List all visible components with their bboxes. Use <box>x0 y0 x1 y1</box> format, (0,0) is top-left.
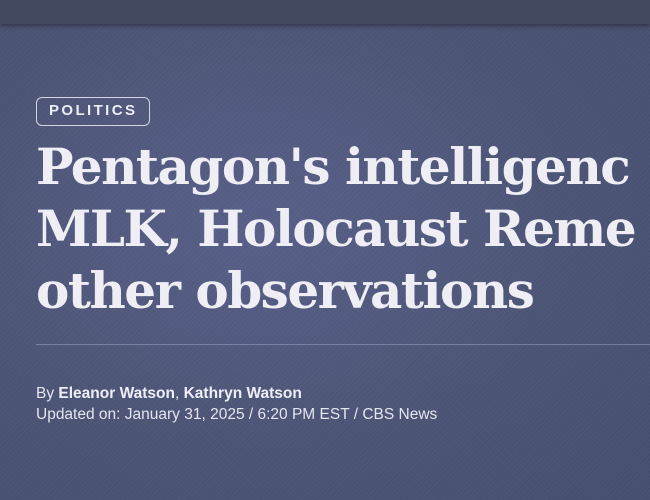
byline-prefix: By <box>36 385 55 402</box>
author-link-eleanor-watson[interactable]: Eleanor Watson <box>58 385 175 402</box>
publish-time: 6:20 PM EST <box>257 406 350 423</box>
category-badge[interactable]: POLITICS <box>36 97 151 126</box>
top-bar <box>0 0 650 24</box>
byline-updated: Updated on: January 31, 2025 / 6:20 PM E… <box>36 404 437 425</box>
headline-line: other observations <box>36 261 535 320</box>
author-separator: , <box>174 385 184 402</box>
byline-authors: By Eleanor Watson, Kathryn Watson <box>36 383 437 404</box>
publish-date: January 31, 2025 <box>124 406 245 423</box>
article-headline: Pentagon's intelligenc MLK, Holocaust Re… <box>36 136 650 322</box>
source-separator: / <box>349 406 363 423</box>
source-link[interactable]: CBS News <box>362 406 437 423</box>
date-separator: / <box>244 406 258 423</box>
author-link-kathryn-watson[interactable]: Kathryn Watson <box>184 385 302 402</box>
headline-line: Pentagon's intelligenc <box>36 137 631 196</box>
byline: By Eleanor Watson, Kathryn Watson Update… <box>36 383 437 425</box>
headline-line: MLK, Holocaust Reme <box>36 199 637 258</box>
header-divider <box>36 344 650 345</box>
updated-label: Updated on: <box>36 406 121 423</box>
article-header: POLITICS Pentagon's intelligenc MLK, Hol… <box>36 97 650 500</box>
